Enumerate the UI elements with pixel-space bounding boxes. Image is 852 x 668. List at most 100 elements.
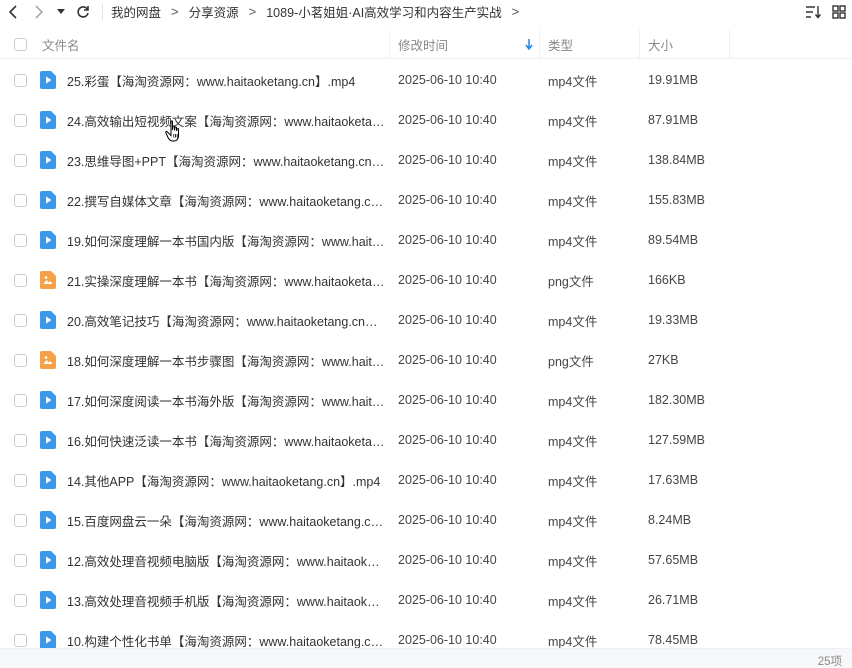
row-checkbox[interactable] — [13, 633, 27, 647]
toolbar: 我的网盘 > 分享资源 > 1089-小茗姐姐·AI高效学习和内容生产实战 > — [0, 0, 852, 23]
breadcrumb-item-shared[interactable]: 分享资源 — [189, 2, 239, 21]
image-file-icon — [40, 351, 56, 369]
file-name-cell[interactable]: 10.构建个性化书单【海淘资源网：www.haitaoketang.cn】.mp… — [40, 631, 390, 650]
file-name-cell[interactable]: 14.其他APP【海淘资源网：www.haitaoketang.cn】.mp4 — [40, 471, 390, 490]
row-select-cell — [0, 193, 40, 207]
back-button[interactable] — [0, 0, 26, 23]
file-name: 19.如何深度理解一本书国内版【海淘资源网：www.haitaoketang.c… — [67, 234, 385, 249]
refresh-icon — [77, 5, 89, 18]
table-row[interactable]: 19.如何深度理解一本书国内版【海淘资源网：www.haitaoketang.c… — [0, 220, 852, 260]
file-type: mp4文件 — [548, 234, 598, 249]
breadcrumb-item-current-folder[interactable]: 1089-小茗姐姐·AI高效学习和内容生产实战 — [266, 2, 501, 21]
file-size: 19.33MB — [648, 313, 699, 327]
select-all-checkbox[interactable] — [13, 37, 27, 51]
file-size: 17.63MB — [648, 473, 699, 487]
file-name-cell[interactable]: 18.如何深度理解一本书步骤图【海淘资源网：www.haitaoketang.c… — [40, 351, 390, 370]
file-size: 27KB — [648, 353, 679, 367]
table-row[interactable]: 21.实操深度理解一本书【海淘资源网：www.haitaoketang.cn】.… — [0, 260, 852, 300]
column-header-time-label: 修改时间 — [398, 38, 449, 53]
file-modified-time: 2025-06-10 10:40 — [398, 73, 497, 87]
file-name-cell[interactable]: 24.高效输出短视频文案【海淘资源网：www.haitaoketang.cn】.… — [40, 111, 390, 130]
file-name-cell[interactable]: 13.高效处理音视频手机版【海淘资源网：www.haitaoketang.cn】… — [40, 591, 390, 610]
image-file-icon — [40, 271, 56, 289]
file-name-cell[interactable]: 17.如何深度阅读一本书海外版【海淘资源网：www.haitaoketang.c… — [40, 391, 390, 410]
row-checkbox[interactable] — [13, 473, 27, 487]
column-header-size-label: 大小 — [648, 38, 674, 53]
video-file-icon — [40, 311, 56, 329]
table-row[interactable]: 25.彩蛋【海淘资源网：www.haitaoketang.cn】.mp4 2025… — [0, 60, 852, 100]
file-name-cell[interactable]: 15.百度网盘云一朵【海淘资源网：www.haitaoketang.cn】.mp… — [40, 511, 390, 530]
file-name-cell[interactable]: 20.高效笔记技巧【海淘资源网：www.haitaoketang.cn】.mp4 — [40, 311, 390, 330]
file-modified-time: 2025-06-10 10:40 — [398, 473, 497, 487]
history-dropdown-button[interactable] — [52, 0, 70, 23]
row-select-cell — [0, 113, 40, 127]
caret-down-icon — [57, 8, 65, 14]
table-row[interactable]: 15.百度网盘云一朵【海淘资源网：www.haitaoketang.cn】.mp… — [0, 500, 852, 540]
row-checkbox[interactable] — [13, 433, 27, 447]
file-name-cell[interactable]: 19.如何深度理解一本书国内版【海淘资源网：www.haitaoketang.c… — [40, 231, 390, 250]
column-header-type-label: 类型 — [548, 38, 574, 53]
row-checkbox[interactable] — [13, 393, 27, 407]
file-name-cell[interactable]: 12.高效处理音视频电脑版【海淘资源网：www.haitaoketang.cn】… — [40, 551, 390, 570]
file-size: 127.59MB — [648, 433, 705, 447]
row-checkbox[interactable] — [13, 233, 27, 247]
status-bar: 25项 — [0, 648, 852, 668]
file-type: mp4文件 — [548, 194, 598, 209]
file-type: mp4文件 — [548, 514, 598, 529]
row-select-cell — [0, 153, 40, 167]
file-size: 155.83MB — [648, 193, 705, 207]
row-checkbox[interactable] — [13, 73, 27, 87]
video-file-icon — [40, 551, 56, 569]
row-checkbox[interactable] — [13, 553, 27, 567]
table-row[interactable]: 22.撰写自媒体文章【海淘资源网：www.haitaoketang.cn】.mp… — [0, 180, 852, 220]
file-size: 89.54MB — [648, 233, 699, 247]
row-checkbox[interactable] — [13, 353, 27, 367]
row-select-cell — [0, 513, 40, 527]
file-modified-time: 2025-06-10 10:40 — [398, 593, 497, 607]
video-file-icon — [40, 431, 56, 449]
row-checkbox[interactable] — [13, 113, 27, 127]
row-checkbox[interactable] — [13, 593, 27, 607]
column-header-type[interactable]: 类型 — [540, 29, 640, 59]
file-name-cell[interactable]: 16.如何快速泛读一本书【海淘资源网：www.haitaoketang.cn】.… — [40, 431, 390, 450]
refresh-button[interactable] — [70, 0, 96, 23]
table-row[interactable]: 20.高效笔记技巧【海淘资源网：www.haitaoketang.cn】.mp4… — [0, 300, 852, 340]
row-checkbox[interactable] — [13, 313, 27, 327]
row-checkbox[interactable] — [13, 153, 27, 167]
table-row[interactable]: 17.如何深度阅读一本书海外版【海淘资源网：www.haitaoketang.c… — [0, 380, 852, 420]
sort-order-button[interactable] — [800, 0, 826, 23]
row-checkbox[interactable] — [13, 513, 27, 527]
file-name-cell[interactable]: 25.彩蛋【海淘资源网：www.haitaoketang.cn】.mp4 — [40, 71, 390, 90]
table-row[interactable]: 13.高效处理音视频手机版【海淘资源网：www.haitaoketang.cn】… — [0, 580, 852, 620]
file-modified-time: 2025-06-10 10:40 — [398, 513, 497, 527]
file-name-cell[interactable]: 23.思维导图+PPT【海淘资源网：www.haitaoketang.cn】.m… — [40, 151, 390, 170]
breadcrumb-separator: > — [511, 4, 520, 19]
file-name-cell[interactable]: 22.撰写自媒体文章【海淘资源网：www.haitaoketang.cn】.mp… — [40, 191, 390, 210]
file-type: mp4文件 — [548, 634, 598, 649]
file-name: 21.实操深度理解一本书【海淘资源网：www.haitaoketang.cn】.… — [67, 274, 385, 289]
table-row[interactable]: 14.其他APP【海淘资源网：www.haitaoketang.cn】.mp4 2… — [0, 460, 852, 500]
table-row[interactable]: 12.高效处理音视频电脑版【海淘资源网：www.haitaoketang.cn】… — [0, 540, 852, 580]
file-name: 14.其他APP【海淘资源网：www.haitaoketang.cn】.mp4 — [67, 474, 381, 489]
forward-button[interactable] — [26, 0, 52, 23]
column-header-size[interactable]: 大小 — [640, 29, 730, 59]
view-mode-button[interactable] — [826, 0, 852, 23]
column-header-name[interactable]: 文件名 — [40, 29, 390, 59]
file-modified-time: 2025-06-10 10:40 — [398, 353, 497, 367]
table-row[interactable]: 23.思维导图+PPT【海淘资源网：www.haitaoketang.cn】.m… — [0, 140, 852, 180]
file-name: 15.百度网盘云一朵【海淘资源网：www.haitaoketang.cn】.mp… — [67, 514, 385, 529]
breadcrumb-item-my-disk[interactable]: 我的网盘 — [111, 2, 161, 21]
file-name-cell[interactable]: 21.实操深度理解一本书【海淘资源网：www.haitaoketang.cn】.… — [40, 271, 390, 290]
table-row[interactable]: 16.如何快速泛读一本书【海淘资源网：www.haitaoketang.cn】.… — [0, 420, 852, 460]
file-list-header: 文件名 修改时间 类型 大小 — [0, 29, 852, 59]
file-name: 17.如何深度阅读一本书海外版【海淘资源网：www.haitaoketang.c… — [67, 394, 385, 409]
column-header-time[interactable]: 修改时间 — [390, 29, 540, 59]
table-row[interactable]: 18.如何深度理解一本书步骤图【海淘资源网：www.haitaoketang.c… — [0, 340, 852, 380]
breadcrumb-separator: > — [171, 4, 179, 19]
file-type: png文件 — [548, 354, 594, 369]
table-row[interactable]: 24.高效输出短视频文案【海淘资源网：www.haitaoketang.cn】.… — [0, 100, 852, 140]
file-type: mp4文件 — [548, 554, 598, 569]
row-checkbox[interactable] — [13, 193, 27, 207]
file-size: 166KB — [648, 273, 686, 287]
row-checkbox[interactable] — [13, 273, 27, 287]
